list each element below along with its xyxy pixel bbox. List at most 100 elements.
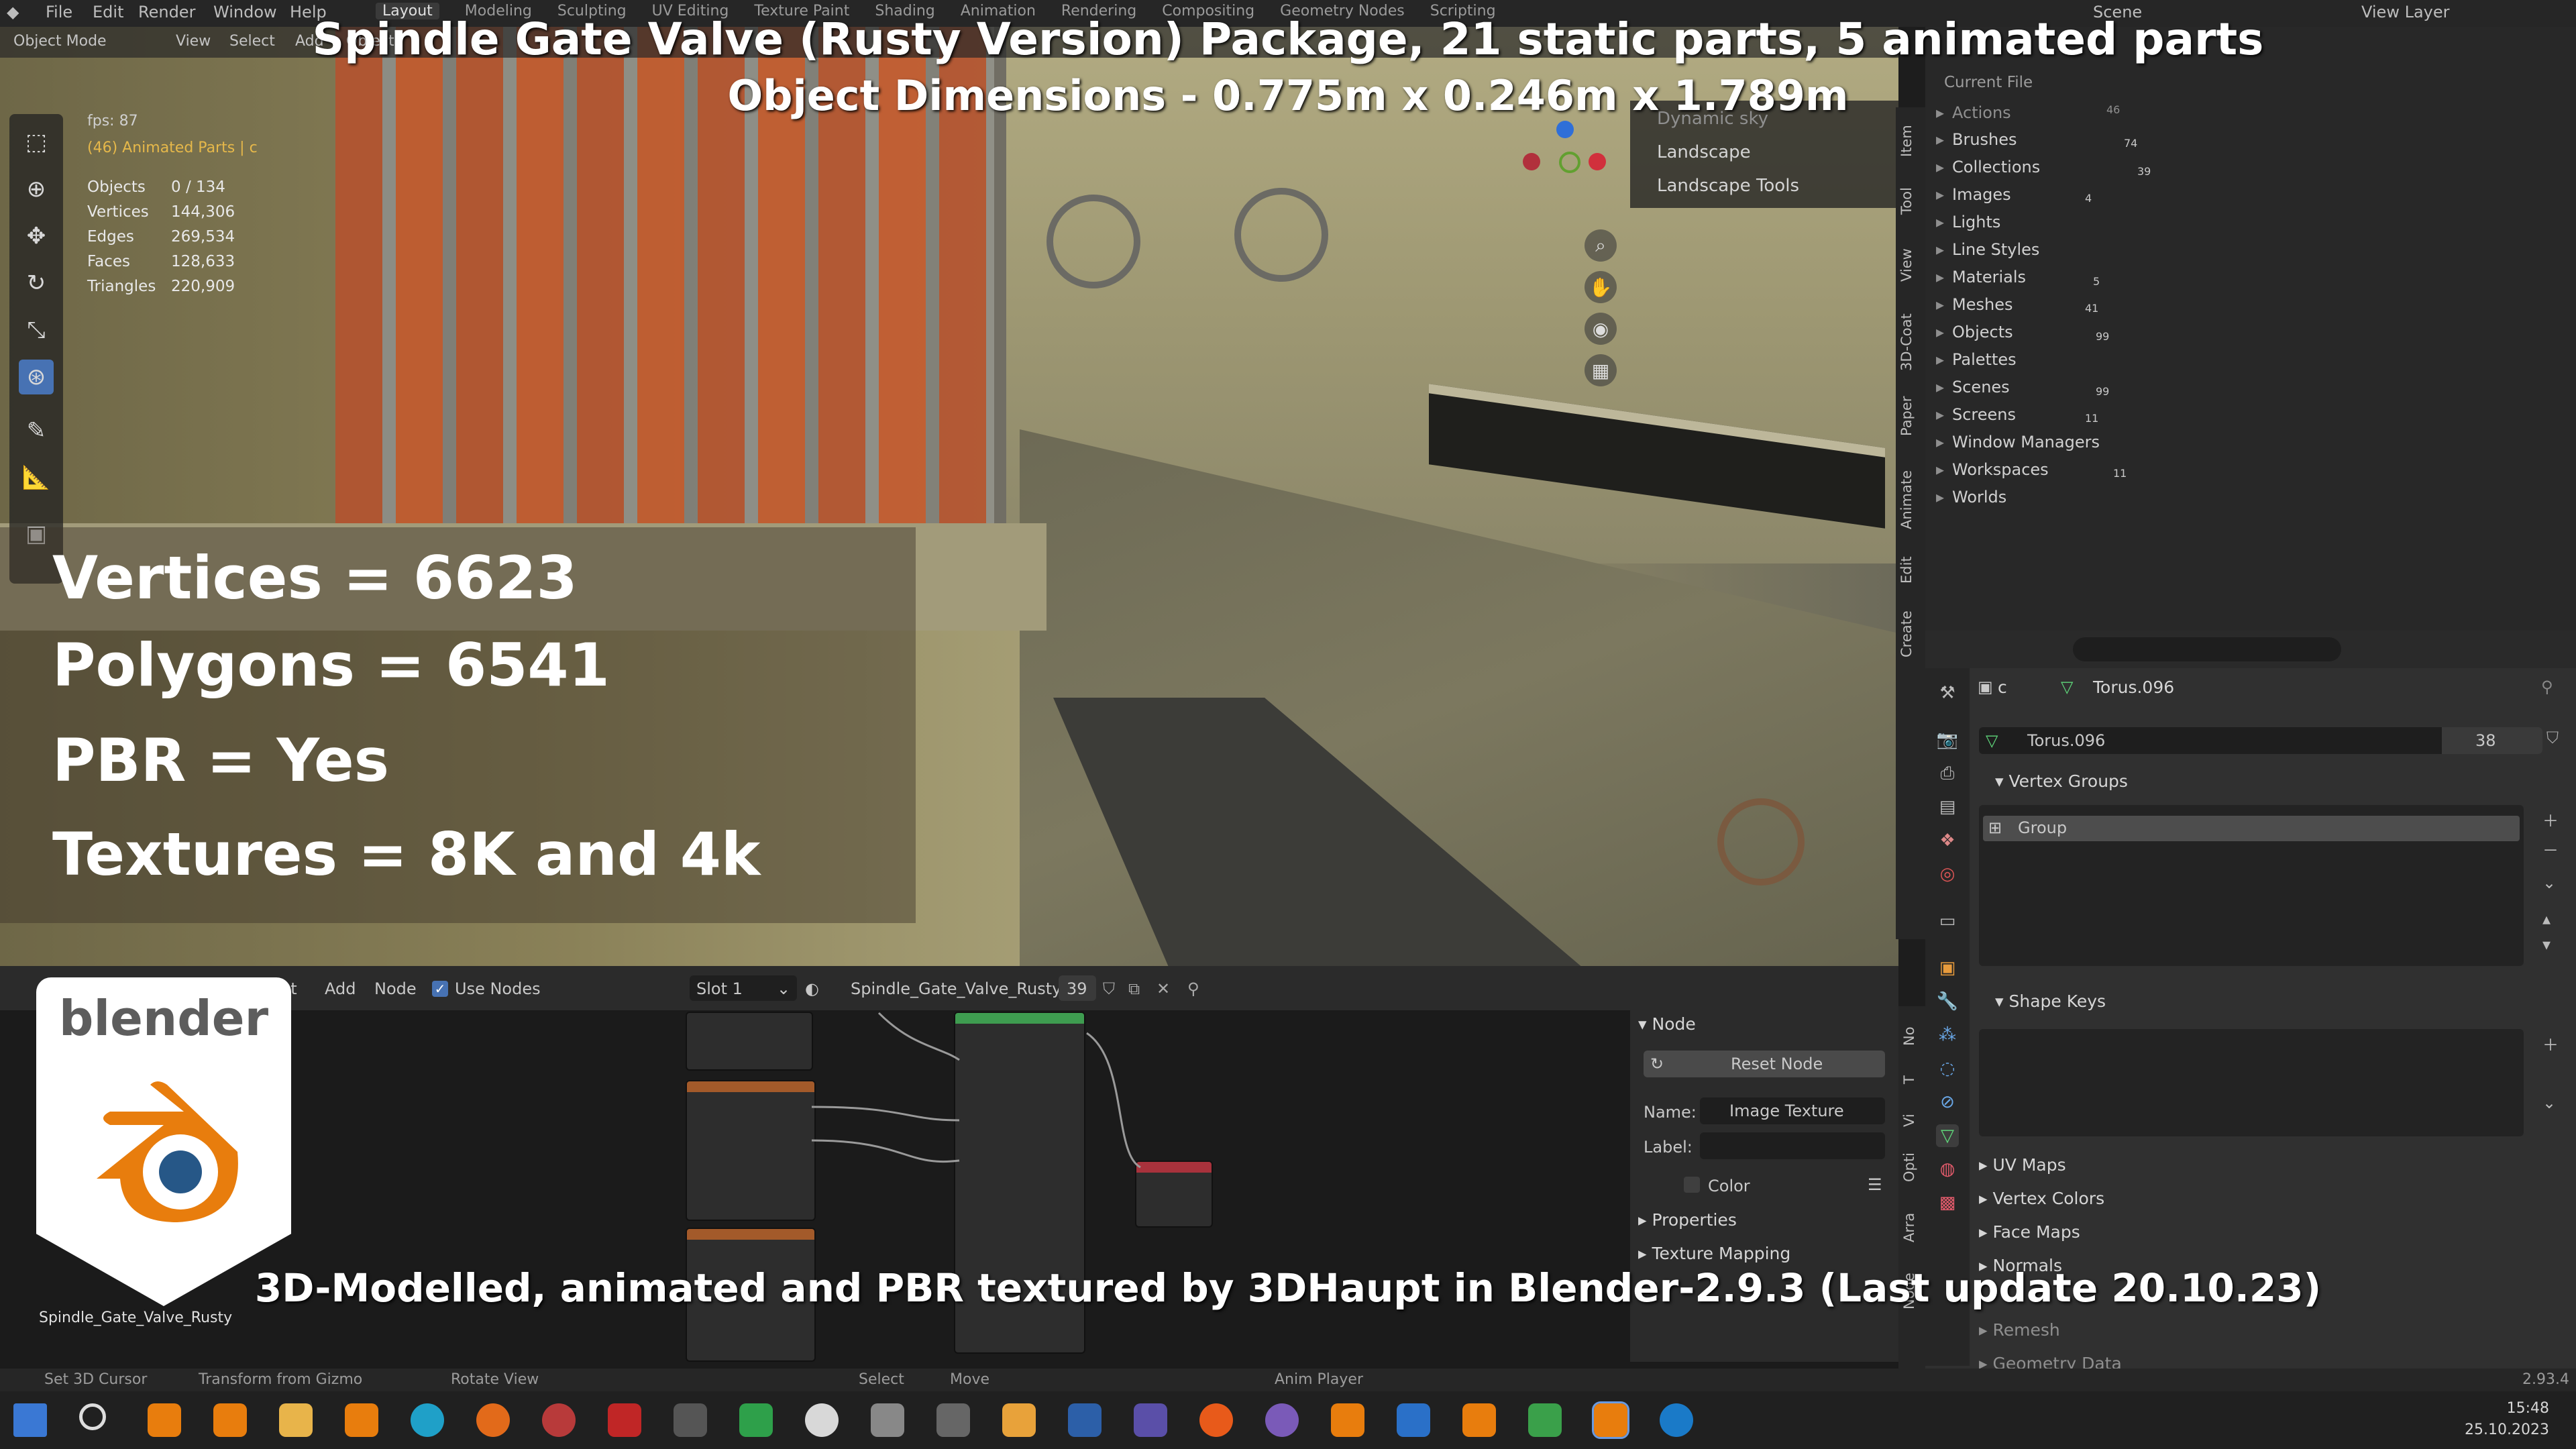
app-icon[interactable] (1528, 1403, 1562, 1437)
file-explorer-icon[interactable] (279, 1403, 313, 1437)
x-neg-axis-handle[interactable] (1523, 153, 1540, 170)
mesh-datablock-field[interactable]: ▽ Torus.096 38 (1979, 727, 2542, 754)
y-axis-handle[interactable] (1559, 152, 1580, 173)
app-icon[interactable] (476, 1403, 510, 1437)
render-props-icon[interactable]: 📷 (1936, 729, 1959, 751)
use-nodes-checkbox[interactable]: ✓ (432, 981, 448, 997)
section-face-maps[interactable]: ▸ Face Maps (1979, 1222, 2080, 1242)
section-geometry-data[interactable]: ▸ Geometry Data (1979, 1354, 2122, 1368)
firefox-icon[interactable] (1199, 1403, 1233, 1437)
menu-add[interactable]: Add (325, 979, 356, 998)
scene-props-icon[interactable]: ❖ (1936, 829, 1959, 852)
outlook-icon[interactable] (1397, 1403, 1430, 1437)
measure-tool-icon[interactable]: 📐 (19, 460, 54, 495)
outliner-item-screens[interactable]: Screens (1936, 405, 2016, 424)
outliner-item-line-styles[interactable]: Line Styles (1936, 240, 2040, 259)
select-box-tool-icon[interactable]: ⬚ (19, 125, 54, 160)
move-down-icon[interactable]: ▾ (2542, 935, 2551, 954)
ortho-grid-icon[interactable]: ▦ (1585, 354, 1617, 386)
cursor-tool-icon[interactable]: ⊕ (19, 172, 54, 207)
skype-icon[interactable] (1660, 1403, 1693, 1437)
pin-icon[interactable]: ⚲ (1187, 979, 1199, 998)
collection-props-icon[interactable]: ▭ (1936, 910, 1959, 932)
material-props-icon[interactable]: ◍ (1936, 1158, 1959, 1181)
outliner-item-images[interactable]: Images (1936, 185, 2011, 204)
outliner-item-meshes[interactable]: Meshes (1936, 295, 2013, 314)
material-name-field[interactable]: Spindle_Gate_Valve_Rusty (851, 979, 1061, 998)
tab-paper[interactable]: Paper (1898, 389, 1923, 443)
section-vertex-colors[interactable]: ▸ Vertex Colors (1979, 1189, 2104, 1208)
menu-node[interactable]: Node (374, 979, 417, 998)
close-icon[interactable]: ✕ (1157, 979, 1170, 998)
particles-props-icon[interactable]: ⁂ (1936, 1024, 1959, 1046)
app-icon[interactable] (674, 1403, 707, 1437)
texture-props-icon[interactable]: ▩ (1936, 1191, 1959, 1214)
vertex-group-name[interactable]: Group (2018, 818, 2067, 837)
x-axis-handle[interactable] (1589, 153, 1606, 170)
outliner-item-scenes[interactable]: Scenes (1936, 378, 2010, 396)
move-tool-icon[interactable]: ✥ (19, 219, 54, 254)
remove-icon[interactable]: － (2542, 837, 2559, 861)
pin-icon[interactable]: ⚲ (2541, 678, 2553, 696)
vertex-group-list[interactable]: ⊞ Group (1979, 805, 2524, 966)
list-icon[interactable]: ☰ (1868, 1175, 1882, 1194)
sidebar-item-landscape[interactable]: Landscape (1657, 142, 1751, 162)
blender-app-icon-active[interactable] (1592, 1401, 1629, 1439)
add-icon[interactable]: ＋ (2542, 808, 2559, 831)
fake-user-shield-icon[interactable]: ⛉ (1103, 979, 1115, 998)
reset-node-button[interactable]: ↻ Reset Node (1644, 1051, 1885, 1077)
outliner-item-brushes[interactable]: Brushes (1936, 130, 2017, 149)
outliner-item-objects[interactable]: Objects (1936, 323, 2013, 341)
node-name-field[interactable]: Image Texture (1700, 1097, 1885, 1124)
tab-view[interactable]: View (1898, 241, 1923, 288)
app-icon[interactable] (739, 1403, 773, 1437)
move-up-icon[interactable]: ▴ (2542, 910, 2551, 928)
constraints-props-icon[interactable]: ⊘ (1936, 1091, 1959, 1114)
fake-user-shield-icon[interactable]: ⛉ (2546, 729, 2559, 747)
tab-tool[interactable]: T (1901, 1067, 1925, 1093)
section-shape-keys[interactable]: ▾ Shape Keys (1995, 991, 2106, 1011)
tab-create[interactable]: Create (1898, 604, 1923, 664)
blender-app-icon[interactable] (1331, 1403, 1364, 1437)
tab-animate[interactable]: Animate (1898, 463, 1923, 537)
chevron-down-icon[interactable]: ⌄ (2542, 1093, 2556, 1112)
rotate-tool-icon[interactable]: ↻ (19, 266, 54, 301)
navigation-gizmo[interactable] (1523, 121, 1610, 208)
node-label-field[interactable] (1700, 1132, 1885, 1159)
section-properties[interactable]: ▸ Properties (1638, 1210, 1737, 1230)
outliner-item-workspaces[interactable]: Workspaces (1936, 460, 2049, 479)
list-item[interactable]: ⊞ Group (1983, 816, 2520, 841)
node-panel-header[interactable]: ▾ Node (1638, 1014, 1696, 1034)
app-icon[interactable] (1265, 1403, 1299, 1437)
section-texture-mapping[interactable]: ▸ Texture Mapping (1638, 1244, 1790, 1263)
section-vertex-groups[interactable]: ▾ Vertex Groups (1995, 771, 2128, 791)
z-axis-handle[interactable] (1556, 121, 1574, 138)
add-icon[interactable]: ＋ (2542, 1032, 2559, 1055)
tab-3d-coat[interactable]: 3D-Coat (1898, 309, 1923, 376)
outliner-item-window-managers[interactable]: Window Managers (1936, 433, 2100, 451)
app-icon[interactable] (608, 1403, 641, 1437)
properties-search-input[interactable] (2073, 637, 2341, 661)
app-icon[interactable] (871, 1403, 904, 1437)
tab-edit[interactable]: Edit (1898, 550, 1923, 590)
app-icon[interactable] (1134, 1403, 1167, 1437)
material-sphere-icon[interactable]: ◐ (805, 979, 819, 998)
tab-arrange[interactable]: Arra (1901, 1208, 1925, 1248)
physics-props-icon[interactable]: ◌ (1936, 1057, 1959, 1080)
mesh-data-props-icon[interactable]: ▽ (1936, 1124, 1959, 1147)
outliner-item-materials[interactable]: Materials (1936, 268, 2026, 286)
annotate-tool-icon[interactable]: ✎ (19, 413, 54, 448)
mesh-name-input[interactable]: Torus.096 (2027, 731, 2105, 750)
zoom-icon[interactable]: ⌕ (1585, 229, 1617, 262)
section-uv-maps[interactable]: ▸ UV Maps (1979, 1155, 2066, 1175)
object-props-icon[interactable]: ▣ (1936, 957, 1959, 979)
image-texture-node[interactable] (686, 1080, 816, 1221)
outliner-item-lights[interactable]: Lights (1936, 213, 2001, 231)
transform-tool-icon[interactable]: ⊛ (19, 360, 54, 394)
view-layer-props-icon[interactable]: ▤ (1936, 796, 1959, 818)
output-props-icon[interactable]: ⎙ (1936, 762, 1959, 785)
pan-hand-icon[interactable]: ✋ (1585, 271, 1617, 303)
chevron-down-icon[interactable]: ⌄ (2542, 873, 2556, 892)
world-props-icon[interactable]: ◎ (1936, 863, 1959, 885)
scale-tool-icon[interactable]: ⤡ (19, 313, 54, 347)
